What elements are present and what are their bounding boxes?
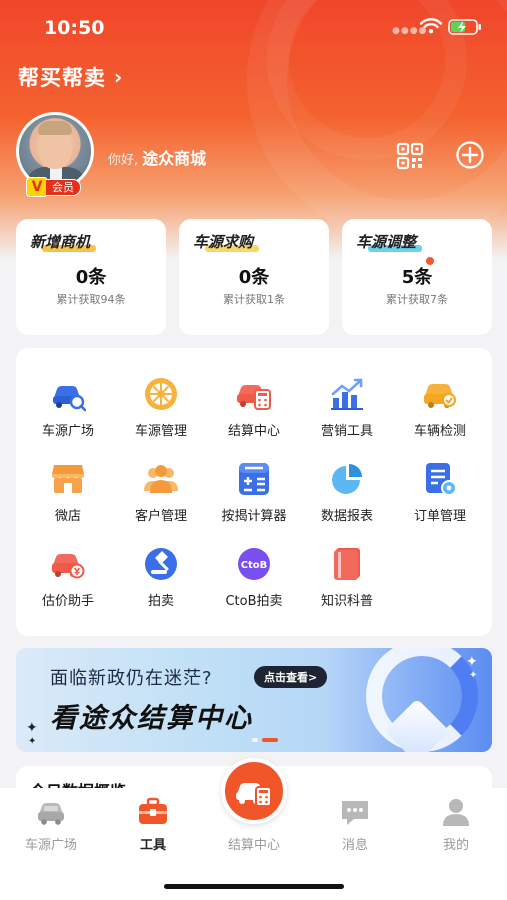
sparkle-icon: ✦: [469, 670, 478, 681]
sparkle-icon: ✦: [28, 736, 37, 747]
tool-label: 知识科普: [320, 594, 373, 609]
tool-auction[interactable]: 拍卖: [115, 546, 207, 626]
tool-valuation[interactable]: 估价助手: [22, 546, 114, 626]
status-bar: 10:50 ●●●●: [0, 0, 507, 56]
stat-value: 0条: [75, 267, 107, 288]
sparkle-icon: ✦: [466, 654, 478, 670]
tab-label: 结算中心: [227, 838, 280, 853]
car-icon: [38, 803, 64, 825]
tool-mortgage-calculator[interactable]: 按揭计算器: [208, 461, 300, 541]
wifi-icon: [420, 18, 442, 34]
tool-label: 订单管理: [413, 509, 466, 524]
gavel-icon: [145, 548, 177, 580]
tool-label: 车源广场: [41, 424, 94, 439]
shop-icon: [52, 465, 84, 493]
banner-headline: 面临新政仍在迷茫?: [50, 668, 213, 689]
tab-label: 工具: [139, 838, 166, 853]
tab-car-square[interactable]: 车源广场: [1, 796, 101, 856]
battery-icon: [448, 19, 481, 35]
stat-card-purchase-requests[interactable]: 车源求购 0条 累计获取1条: [179, 219, 329, 335]
chevron-right-icon: ›: [114, 65, 123, 89]
svg-text:CtoB: CtoB: [241, 560, 268, 571]
greeting: 你好, 途众商城: [108, 145, 206, 169]
page-title: 帮买帮卖: [18, 66, 106, 90]
bar-chart-icon: [331, 378, 363, 410]
tool-label: 按揭计算器: [221, 509, 287, 524]
tools-grid: 车源广场 车源管理 结算中心 营销工具 车辆检测 微店 客户管理 按揭计算器 数…: [16, 348, 492, 636]
car-calculator-icon: [236, 783, 272, 807]
wheel-icon: [145, 378, 177, 410]
tab-label: 消息: [341, 838, 368, 853]
tool-knowledge[interactable]: 知识科普: [301, 546, 393, 626]
banner-title: 看途众结算中心: [50, 703, 253, 734]
car-price-icon: [52, 554, 85, 579]
tool-car-square[interactable]: 车源广场: [22, 376, 114, 456]
status-time: 10:50: [44, 17, 105, 39]
tool-marketing[interactable]: 营销工具: [301, 376, 393, 456]
stat-card-new-leads[interactable]: 新增商机 0条 累计获取94条: [16, 219, 166, 335]
promo-banner[interactable]: ✦ ✦ ✦ ✦ 面临新政仍在迷茫? 点击查看> 看途众结算中心: [16, 648, 492, 752]
tool-label: 拍卖: [147, 594, 174, 609]
sparkle-icon: ✦: [26, 720, 38, 736]
ctob-icon: CtoB: [238, 548, 270, 580]
title-link[interactable]: 帮买帮卖 ›: [18, 62, 122, 92]
book-icon: [334, 548, 360, 580]
banner-pagination: [252, 738, 278, 742]
tab-tools[interactable]: 工具: [103, 796, 203, 856]
car-search-icon: [53, 386, 86, 412]
vip-label: 会员: [46, 178, 81, 196]
message-icon: [342, 801, 368, 825]
qr-code-icon[interactable]: [396, 142, 424, 170]
tool-label: 营销工具: [320, 424, 373, 439]
stat-card-adjustments[interactable]: 车源调整 5条 累计获取7条: [342, 219, 492, 335]
greeting-text: 你好,: [108, 153, 139, 168]
person-icon: [443, 799, 469, 826]
add-circle-icon[interactable]: [455, 140, 485, 170]
calculator-icon: [239, 463, 269, 495]
toolbox-icon: [139, 797, 167, 824]
store-name: 途众商城: [142, 149, 207, 168]
tab-label: 我的: [442, 838, 469, 853]
stat-sub: 累计获取1条: [223, 293, 285, 306]
car-calculator-icon: [237, 385, 271, 410]
tool-ctob-auction[interactable]: CtoB CtoB拍卖: [208, 546, 300, 626]
stat-label: 新增商机: [30, 233, 91, 251]
tab-label: 车源广场: [24, 838, 77, 853]
tool-customers[interactable]: 客户管理: [115, 461, 207, 541]
tool-data-report[interactable]: 数据报表: [301, 461, 393, 541]
pie-chart-icon: [332, 464, 362, 494]
tool-car-manage[interactable]: 车源管理: [115, 376, 207, 456]
stat-sub: 累计获取7条: [386, 293, 448, 306]
customers-icon: [144, 465, 178, 493]
tool-settlement[interactable]: 结算中心: [208, 376, 300, 456]
banner-cta-button[interactable]: 点击查看>: [254, 666, 328, 688]
tool-label: 车源管理: [134, 424, 187, 439]
tool-label: CtoB拍卖: [225, 594, 283, 609]
order-settings-icon: [426, 463, 457, 496]
tool-orders[interactable]: 订单管理: [394, 461, 486, 541]
tool-label: 数据报表: [320, 509, 373, 524]
stat-value: 0条: [238, 267, 270, 288]
tool-label: 微店: [54, 509, 81, 524]
stat-sub: 累计获取94条: [56, 293, 126, 306]
tool-label: 车辆检测: [413, 424, 466, 439]
home-indicator: [164, 884, 344, 889]
tool-inspection[interactable]: 车辆检测: [394, 376, 486, 456]
tool-micro-shop[interactable]: 微店: [22, 461, 114, 541]
vip-badge: V 会员: [26, 177, 81, 197]
car-inspect-icon: [424, 384, 456, 408]
tab-profile[interactable]: 我的: [406, 796, 506, 856]
stat-label: 车源求购: [193, 233, 254, 251]
stat-value: 5条: [401, 267, 433, 288]
tab-messages[interactable]: 消息: [305, 796, 405, 856]
stat-label: 车源调整: [356, 233, 417, 251]
vip-icon: V: [26, 177, 48, 197]
tab-settlement-center-button[interactable]: [221, 758, 287, 824]
tool-label: 结算中心: [227, 424, 280, 439]
tool-label: 估价助手: [41, 594, 94, 609]
tool-label: 客户管理: [134, 509, 187, 524]
